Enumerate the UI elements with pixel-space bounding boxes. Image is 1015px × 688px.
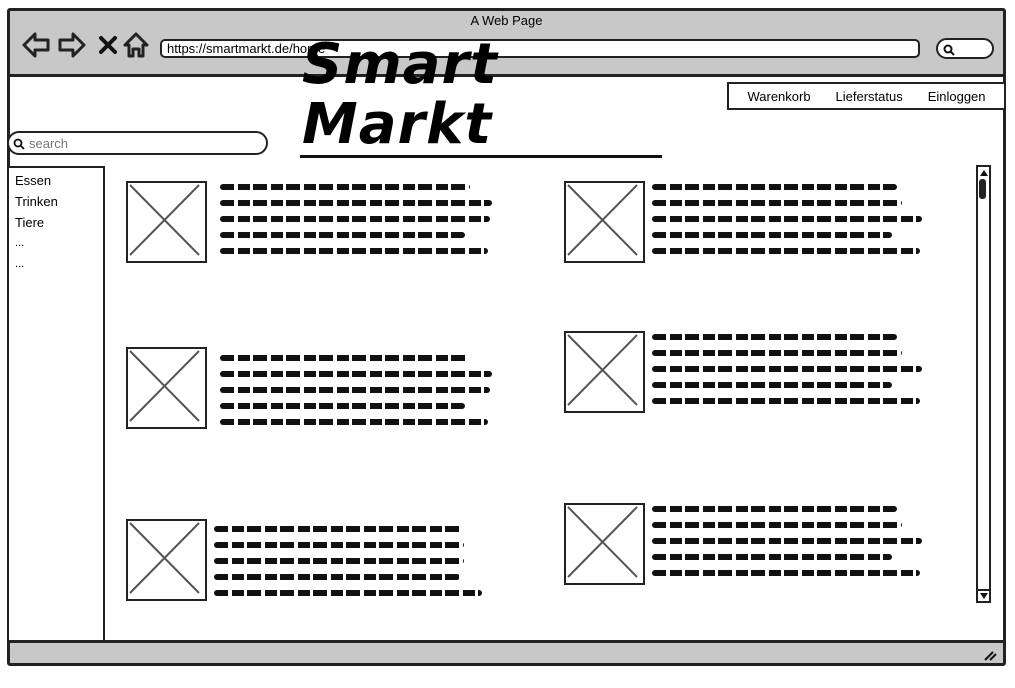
product-card[interactable] xyxy=(564,503,645,585)
sidebar-item-more[interactable]: ... xyxy=(15,254,97,275)
image-placeholder-icon xyxy=(129,184,200,256)
forward-icon[interactable] xyxy=(56,29,88,61)
product-description xyxy=(652,184,924,254)
product-description xyxy=(220,184,492,254)
menu-item-lieferstatus[interactable]: Lieferstatus xyxy=(836,89,903,104)
menu-item-warenkorb[interactable]: Warenkorb xyxy=(747,89,810,104)
image-placeholder-icon xyxy=(129,350,200,422)
product-image-placeholder[interactable] xyxy=(126,519,207,601)
product-card[interactable] xyxy=(564,181,645,263)
product-card[interactable] xyxy=(126,347,207,429)
image-placeholder-icon xyxy=(567,506,638,578)
category-sidebar: Essen Trinken Tiere ... ... xyxy=(7,166,105,642)
resize-grip-icon[interactable] xyxy=(983,649,997,661)
image-placeholder-icon xyxy=(567,184,638,256)
sidebar-item-essen[interactable]: Essen xyxy=(15,170,97,191)
browser-search-field[interactable] xyxy=(936,38,994,59)
product-card[interactable] xyxy=(564,331,645,413)
logo-text: Smart Markt xyxy=(300,35,662,158)
search-icon xyxy=(943,44,955,56)
header-menu: Warenkorb Lieferstatus Einloggen xyxy=(727,82,1006,110)
status-bar xyxy=(10,640,1003,663)
product-description xyxy=(652,334,924,404)
home-icon[interactable] xyxy=(120,29,152,61)
product-card[interactable] xyxy=(126,181,207,263)
vertical-scrollbar[interactable] xyxy=(976,165,991,603)
product-image-placeholder[interactable] xyxy=(126,347,207,429)
product-card[interactable] xyxy=(126,519,207,601)
window-title: A Web Page xyxy=(470,13,543,28)
image-placeholder-icon xyxy=(567,334,638,406)
product-image-placeholder[interactable] xyxy=(564,503,645,585)
product-image-placeholder[interactable] xyxy=(564,331,645,413)
product-image-placeholder[interactable] xyxy=(564,181,645,263)
sidebar-item-trinken[interactable]: Trinken xyxy=(15,191,97,212)
sidebar-item-tiere[interactable]: Tiere xyxy=(15,212,97,233)
product-description xyxy=(214,526,486,596)
menu-item-einloggen[interactable]: Einloggen xyxy=(928,89,986,104)
search-input[interactable] xyxy=(27,134,256,153)
scroll-up-arrow-icon[interactable] xyxy=(978,167,989,179)
product-description xyxy=(220,355,492,425)
search-icon xyxy=(13,138,25,150)
product-description xyxy=(652,506,924,576)
product-image-placeholder[interactable] xyxy=(126,181,207,263)
image-placeholder-icon xyxy=(129,522,200,594)
scroll-thumb[interactable] xyxy=(979,179,986,199)
scroll-down-arrow-icon[interactable] xyxy=(978,589,989,601)
back-icon[interactable] xyxy=(20,29,52,61)
logo: Smart Markt xyxy=(300,35,662,158)
search-box xyxy=(7,131,268,155)
sidebar-item-more[interactable]: ... xyxy=(15,233,97,254)
